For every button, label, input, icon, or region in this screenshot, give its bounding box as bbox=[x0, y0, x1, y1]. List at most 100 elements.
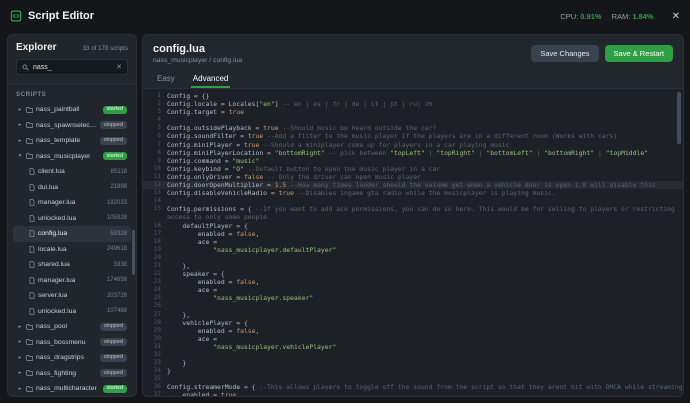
code-line-text[interactable]: }, bbox=[167, 311, 683, 319]
search-box[interactable]: ✕ bbox=[16, 59, 128, 75]
code-row[interactable]: 36 Config.streamerMode = { --This allows… bbox=[143, 383, 683, 391]
code-row[interactable]: 35 bbox=[143, 375, 683, 383]
sidebar-script-item[interactable]: ▾ nass_musicplayer started bbox=[13, 149, 131, 165]
code-row[interactable]: 20 bbox=[143, 254, 683, 262]
code-row[interactable]: 12 Config.doorOpenMultiplier = 1.5 --How… bbox=[143, 181, 683, 190]
code-editor[interactable]: 1 Config = {} 2 Config.locale = Locales[… bbox=[143, 89, 683, 396]
code-line-text[interactable]: enabled = false, bbox=[167, 327, 683, 335]
code-row[interactable]: 25 "nass_musicplayer.speaker" bbox=[143, 294, 683, 302]
code-line-text[interactable]: } bbox=[167, 359, 683, 367]
code-row[interactable]: 16 defaultPlayer = { bbox=[143, 222, 683, 230]
chevron-icon[interactable]: ▾ bbox=[17, 153, 23, 159]
sidebar-script-item[interactable]: ▸ nass_pool stopped bbox=[13, 319, 131, 335]
code-row[interactable]: 18 ace = bbox=[143, 238, 683, 246]
code-line-text[interactable] bbox=[167, 351, 683, 359]
code-line-text[interactable]: } bbox=[167, 367, 683, 375]
code-line-text[interactable]: enabled = true, bbox=[167, 391, 683, 396]
code-line-text[interactable]: enabled = false, bbox=[167, 278, 683, 286]
code-row[interactable]: 37 enabled = true, bbox=[143, 391, 683, 396]
sidebar-file-item[interactable]: client.lua 85118 bbox=[13, 164, 131, 180]
code-line-text[interactable]: Config.streamerMode = { --This allows pl… bbox=[167, 383, 683, 391]
code-line-text[interactable]: Config.outsidePlayback = true --Should m… bbox=[167, 124, 683, 132]
code-line-text[interactable]: ace = bbox=[167, 335, 683, 343]
code-row[interactable]: 27 }, bbox=[143, 311, 683, 319]
code-line-text[interactable]: Config.permissions = { --If you want to … bbox=[167, 205, 683, 221]
chevron-icon[interactable]: ▸ bbox=[17, 370, 23, 376]
code-row[interactable]: 15 Config.permissions = { --If you want … bbox=[143, 205, 683, 221]
sidebar-file-item[interactable]: manager.lua 174658 bbox=[13, 273, 131, 289]
code-row[interactable]: 8 Config.miniPlayerLocation = "bottomRig… bbox=[143, 149, 683, 157]
code-row[interactable]: 13 Config.disableVehicleRadio = true --D… bbox=[143, 189, 683, 197]
save-restart-button[interactable]: Save & Restart bbox=[604, 44, 673, 62]
code-line-text[interactable]: ace = bbox=[167, 286, 683, 294]
sidebar-scrollbar[interactable] bbox=[132, 230, 135, 275]
code-row[interactable]: 26 bbox=[143, 302, 683, 310]
code-line-text[interactable] bbox=[167, 302, 683, 310]
code-line-text[interactable] bbox=[167, 375, 683, 383]
code-line-text[interactable]: ace = bbox=[167, 238, 683, 246]
sidebar-file-item[interactable]: unlocked.lua 105928 bbox=[13, 211, 131, 227]
code-line-text[interactable]: Config.keybind = "O" --Default button to… bbox=[167, 165, 683, 173]
code-row[interactable]: 7 Config.miniPlayer = true --Should a mi… bbox=[143, 141, 683, 149]
code-line-text[interactable]: Config = {} bbox=[167, 92, 683, 100]
tab[interactable]: Easy bbox=[155, 71, 177, 88]
code-line-text[interactable]: Config.soundFilter = true --Add a filter… bbox=[167, 132, 683, 140]
code-row[interactable]: 22 speaker = { bbox=[143, 270, 683, 278]
chevron-icon[interactable]: ▸ bbox=[17, 138, 23, 144]
save-changes-button[interactable]: Save Changes bbox=[531, 44, 599, 62]
code-line-text[interactable]: enabled = false, bbox=[167, 230, 683, 238]
code-line-text[interactable]: Config.miniPlayer = true --Should a mini… bbox=[167, 141, 683, 149]
code-line-text[interactable] bbox=[167, 116, 683, 124]
code-row[interactable]: 31 "nass_musicplayer.vehiclePlayer" bbox=[143, 343, 683, 351]
sidebar-file-item[interactable]: locale.lua 249618 bbox=[13, 242, 131, 258]
sidebar-script-item[interactable]: ▸ nass_template stopped bbox=[13, 133, 131, 149]
code-line-text[interactable]: Config.miniPlayerLocation = "bottomRight… bbox=[167, 149, 683, 157]
code-line-text[interactable]: "nass_musicplayer.defaultPlayer" bbox=[167, 246, 683, 254]
code-row[interactable]: 32 bbox=[143, 351, 683, 359]
sidebar-script-item[interactable]: ▸ nass_dragstrips stopped bbox=[13, 350, 131, 366]
code-row[interactable]: 5 Config.outsidePlayback = true --Should… bbox=[143, 124, 683, 132]
code-row[interactable]: 23 enabled = false, bbox=[143, 278, 683, 286]
chevron-icon[interactable]: ▸ bbox=[17, 107, 23, 113]
code-row[interactable]: 17 enabled = false, bbox=[143, 230, 683, 238]
code-row[interactable]: 14 bbox=[143, 197, 683, 205]
code-line-text[interactable]: }, bbox=[167, 262, 683, 270]
code-line-text[interactable]: Config.locale = Locales["en"] -- en | es… bbox=[167, 100, 683, 108]
chevron-icon[interactable]: ▸ bbox=[17, 339, 23, 345]
code-row[interactable]: 9 Config.command = "music" bbox=[143, 157, 683, 165]
code-row[interactable]: 19 "nass_musicplayer.defaultPlayer" bbox=[143, 246, 683, 254]
code-line-text[interactable]: Config.command = "music" bbox=[167, 157, 683, 165]
code-row[interactable]: 24 ace = bbox=[143, 286, 683, 294]
sidebar-file-item[interactable]: dui.lua 21898 bbox=[13, 180, 131, 196]
sidebar-script-item[interactable]: ▸ nass_spawnselector stopped bbox=[13, 118, 131, 134]
sidebar-script-item[interactable]: ▸ nass_multicharacter started bbox=[13, 381, 131, 396]
tab[interactable]: Advanced bbox=[190, 71, 231, 88]
sidebar-script-item[interactable]: ▸ nass_fighting stopped bbox=[13, 366, 131, 382]
code-line-text[interactable]: Config.target = true bbox=[167, 108, 683, 116]
code-row[interactable]: 4 bbox=[143, 116, 683, 124]
code-line-text[interactable]: speaker = { bbox=[167, 270, 683, 278]
code-row[interactable]: 30 ace = bbox=[143, 335, 683, 343]
code-row[interactable]: 10 Config.keybind = "O" --Default button… bbox=[143, 165, 683, 173]
code-row[interactable]: 2 Config.locale = Locales["en"] -- en | … bbox=[143, 100, 683, 108]
search-input[interactable] bbox=[33, 63, 113, 71]
chevron-icon[interactable]: ▸ bbox=[17, 386, 23, 392]
chevron-icon[interactable]: ▸ bbox=[17, 324, 23, 330]
editor-scrollbar[interactable] bbox=[677, 92, 681, 144]
code-row[interactable]: 6 Config.soundFilter = true --Add a filt… bbox=[143, 132, 683, 140]
chevron-icon[interactable]: ▸ bbox=[17, 122, 23, 128]
code-row[interactable]: 1 Config = {} bbox=[143, 92, 683, 100]
code-row[interactable]: 21 }, bbox=[143, 262, 683, 270]
code-line-text[interactable] bbox=[167, 197, 683, 205]
code-row[interactable]: 33 } bbox=[143, 359, 683, 367]
code-line-text[interactable]: vehiclePlayer = { bbox=[167, 319, 683, 327]
sidebar-file-item[interactable]: shared.lua 3338 bbox=[13, 257, 131, 273]
code-row[interactable]: 3 Config.target = true bbox=[143, 108, 683, 116]
chevron-icon[interactable]: ▸ bbox=[17, 355, 23, 361]
sidebar-file-item[interactable]: config.lua 59328 bbox=[13, 226, 131, 242]
code-row[interactable]: 29 enabled = false, bbox=[143, 327, 683, 335]
code-line-text[interactable]: Config.onlyDriver = false -- Only the dr… bbox=[167, 173, 683, 181]
sidebar-file-item[interactable]: server.lua 203728 bbox=[13, 288, 131, 304]
close-icon[interactable]: ✕ bbox=[672, 11, 680, 22]
clear-search-icon[interactable]: ✕ bbox=[116, 63, 122, 71]
